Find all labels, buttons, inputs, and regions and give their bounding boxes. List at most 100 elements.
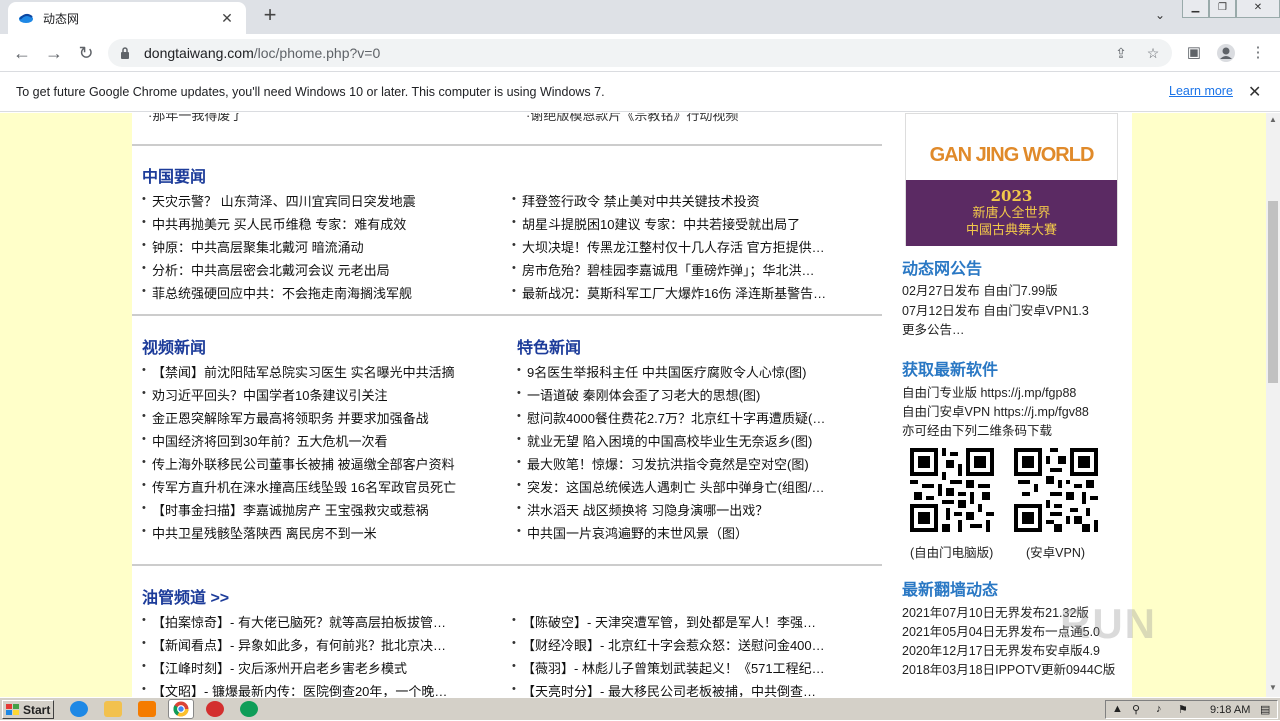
ganjing-banner[interactable]: GAN JING WORLD 2023 新唐人全世界 中國古典舞大賽	[905, 113, 1118, 246]
news-link[interactable]: 菲总统强硬回应中共：不会拖走南海搁浅军舰	[142, 282, 482, 305]
announcement-item[interactable]: 07月12日发布 自由门安卓VPN1.3	[902, 301, 1089, 321]
learn-more-link[interactable]: Learn more	[1169, 84, 1233, 98]
file-explorer-icon[interactable]	[104, 701, 122, 717]
media-player-icon[interactable]	[138, 701, 156, 717]
address-bar[interactable]: dongtaiwang.com/loc/phome.php?v=0 ⇪ ☆	[108, 39, 1172, 67]
software-item[interactable]: 自由门安卓VPN https://j.mp/fgv88	[902, 402, 1089, 422]
volume-icon[interactable]: ♪	[1156, 703, 1162, 715]
announcement-item[interactable]: 02月27日发布 自由门7.99版	[902, 281, 1058, 301]
edge-icon[interactable]	[240, 701, 258, 717]
restore-button[interactable]: ❐	[1209, 0, 1236, 18]
news-link[interactable]: 大坝决堤！传黑龙江整村仅十几人存活 官方拒提供…	[512, 236, 852, 259]
network-icon[interactable]: ⚲	[1132, 703, 1140, 716]
flag-icon[interactable]: ⚑	[1178, 703, 1188, 716]
news-link[interactable]: 最大败笔！惊爆：习发抗洪指令竟然是空对空(图)	[517, 453, 852, 476]
tab-search-chevron-icon[interactable]: ⌄	[1150, 8, 1170, 26]
video-news-title[interactable]: 视频新闻	[142, 334, 206, 358]
more-announcements-link[interactable]: 更多公告…	[902, 320, 965, 340]
news-link[interactable]: 胡星斗提脱困10建议 专家：中共若接受就出局了	[512, 213, 852, 236]
chrome-taskbar-button[interactable]	[168, 699, 194, 719]
news-link[interactable]: 拜登签行政令 禁止美对中共关键技术投资	[512, 190, 852, 213]
share-icon[interactable]: ⇪	[1112, 45, 1130, 61]
special-news-title[interactable]: 特色新闻	[517, 334, 581, 358]
menu-kebab-icon[interactable]: ⋮	[1248, 43, 1268, 63]
news-link[interactable]: 慰问款4000餐住费花2.7万？北京红十字再遭质疑(…	[517, 407, 852, 430]
opera-icon[interactable]	[206, 701, 224, 717]
news-link[interactable]: 中共再抛美元 买人民币维稳 专家：难有成效	[142, 213, 482, 236]
news-link[interactable]: 传军方直升机在涞水撞高压线坠毁 16名军政官员死亡	[142, 476, 492, 499]
software-title[interactable]: 获取最新软件	[902, 356, 998, 380]
latest-updates-title[interactable]: 最新翻墙动态	[902, 576, 998, 600]
youtube-left-list: 【拍案惊奇】- 有大佬已脑死？就等高层拍板拔管… 【新闻看点】- 异象如此多，有…	[142, 611, 482, 697]
video-link[interactable]: 【陈破空】- 天津突遭军管，到处都是军人！李强…	[512, 611, 852, 634]
page-content: ·那年一我得废了 ·谢绝版模恩款片《宗教铭》行动视频 中国要闻 天灾示警？ 山东…	[132, 113, 1132, 697]
lock-icon	[121, 47, 129, 59]
windows-logo-icon	[6, 703, 19, 715]
news-link[interactable]: 中共国一片哀鸿遍野的末世风景（图）	[517, 522, 852, 545]
china-news-right-list: 拜登签行政令 禁止美对中共关键技术投资 胡星斗提脱困10建议 专家：中共若接受就…	[512, 190, 852, 305]
back-button[interactable]: ←	[10, 41, 34, 65]
profile-avatar-icon[interactable]	[1216, 43, 1236, 63]
news-link[interactable]: 分析：中共高层密会北戴河会议 元老出局	[142, 259, 482, 282]
internet-explorer-icon[interactable]	[70, 701, 88, 717]
window-controls: ▁ ❐ ✕	[1182, 0, 1280, 18]
side-panel-icon[interactable]: ▣	[1184, 43, 1204, 63]
news-link[interactable]: 洪水滔天 战区频换将 习隐身演哪一出戏？	[517, 499, 852, 522]
url-host: dongtaiwang.com	[144, 45, 254, 61]
close-window-button[interactable]: ✕	[1236, 0, 1280, 18]
minimize-button[interactable]: ▁	[1182, 0, 1209, 18]
qr-caption-android: (安卓VPN)	[1026, 546, 1086, 560]
news-link[interactable]: 传上海外联移民公司董事长被捕 被逼缴全部客户资料	[142, 453, 492, 476]
video-link[interactable]: 【新闻看点】- 异象如此多，有何前兆？批北京决…	[142, 634, 482, 657]
system-tray: ▲ ⚲ ♪ ⚑ 9:18 AM ▤	[1105, 700, 1278, 719]
video-link[interactable]: 【薇羽】- 林彪儿子曾策划武装起义！《571工程纪…	[512, 657, 852, 680]
reload-button[interactable]: ↻	[74, 41, 98, 65]
youtube-channel-title[interactable]: 油管频道 >>	[142, 584, 229, 608]
news-link[interactable]: 最新战况：莫斯科军工厂大爆炸16伤 泽连斯基警告…	[512, 282, 852, 305]
forward-button[interactable]: →	[42, 41, 66, 65]
video-link[interactable]: 【文昭】- 镰爆最新内传：医院倒查20年，一个晚…	[142, 680, 482, 697]
news-link[interactable]: 突发：这国总统候选人遇刺亡 头部中弹身亡(组图/…	[517, 476, 852, 499]
url-text: dongtaiwang.com/loc/phome.php?v=0	[144, 45, 380, 61]
software-item[interactable]: 自由门专业版 https://j.mp/fgp88	[902, 383, 1076, 403]
bookmark-star-icon[interactable]: ☆	[1144, 45, 1162, 61]
infobar-close-icon[interactable]: ✕	[1248, 82, 1261, 102]
video-link[interactable]: 【天亮时分】- 最大移民公司老板被捕，中共倒查…	[512, 680, 852, 697]
video-news-list: 【禁闻】前沈阳陆军总院实习医生 实名曝光中共活摘 劝习近平回头？中国学者10条建…	[142, 361, 492, 545]
video-link[interactable]: 【拍案惊奇】- 有大佬已脑死？就等高层拍板拔管…	[142, 611, 482, 634]
software-note: 亦可经由下列二维条码下载	[902, 424, 1053, 438]
show-desktop-icon[interactable]: ▤	[1260, 703, 1270, 716]
close-tab-icon[interactable]: ✕	[218, 10, 236, 27]
scrollbar-thumb[interactable]	[1268, 201, 1278, 383]
clock[interactable]: 9:18 AM	[1210, 704, 1250, 716]
china-news-title[interactable]: 中国要闻	[142, 163, 206, 187]
news-link[interactable]: 房市危殆？碧桂园李嘉诚甩「重磅炸弹」；华北洪…	[512, 259, 852, 282]
announcement-title[interactable]: 动态网公告	[902, 255, 982, 279]
news-link[interactable]: 钟原：中共高层聚集北戴河 暗流涌动	[142, 236, 482, 259]
update-item[interactable]: 2018年03月18日IPPOTV更新0944C版	[902, 660, 1115, 680]
news-link[interactable]: 【禁闻】前沈阳陆军总院实习医生 实名曝光中共活摘	[142, 361, 492, 384]
news-link[interactable]: 金正恩突解除军方最高将领职务 并要求加强备战	[142, 407, 492, 430]
browser-tab[interactable]: 动态网 ✕	[8, 2, 246, 34]
video-link[interactable]: 【财经冷眼】- 北京红十字会惹众怒：送慰问金400…	[512, 634, 852, 657]
news-link[interactable]: 天灾示警？ 山东菏泽、四川宜宾同日突发地震	[142, 190, 482, 213]
video-link[interactable]: 【江峰时刻】- 灾后涿州开启老乡害老乡模式	[142, 657, 482, 680]
news-link[interactable]: 中国经济将回到30年前？五大危机一次看	[142, 430, 492, 453]
news-link[interactable]: 中共卫星残骸坠落陕西 离民房不到一米	[142, 522, 492, 545]
new-tab-button[interactable]: +	[258, 4, 282, 28]
banner-line1: 新唐人全世界	[972, 206, 1051, 221]
top-right-link[interactable]: ·谢绝版模恩款片《宗教铭》行动视频	[526, 113, 738, 124]
start-button[interactable]: Start	[2, 700, 54, 719]
scroll-up-arrow-icon[interactable]: ▲	[1268, 115, 1278, 125]
top-left-link[interactable]: ·那年一我得废了	[148, 113, 243, 124]
news-link[interactable]: 9名医生举报科主任 中共国医疗腐败令人心惊(图)	[517, 361, 852, 384]
news-link[interactable]: 【时事金扫描】李嘉诚抛房产 王宝强救灾或惹祸	[142, 499, 492, 522]
tray-arrow-icon[interactable]: ▲	[1112, 703, 1123, 715]
news-link[interactable]: 劝习近平回头？中国学者10条建议引关注	[142, 384, 492, 407]
news-link[interactable]: 就业无望 陷入困境的中国高校毕业生无奈返乡(图)	[517, 430, 852, 453]
qr-code-pc[interactable]	[910, 448, 994, 532]
vertical-scrollbar[interactable]: ▲ ▼	[1266, 113, 1280, 697]
qr-code-android[interactable]	[1014, 448, 1098, 532]
news-link[interactable]: 一语道破 秦刚体会歪了习老大的思想(图)	[517, 384, 852, 407]
scroll-down-arrow-icon[interactable]: ▼	[1268, 683, 1278, 693]
